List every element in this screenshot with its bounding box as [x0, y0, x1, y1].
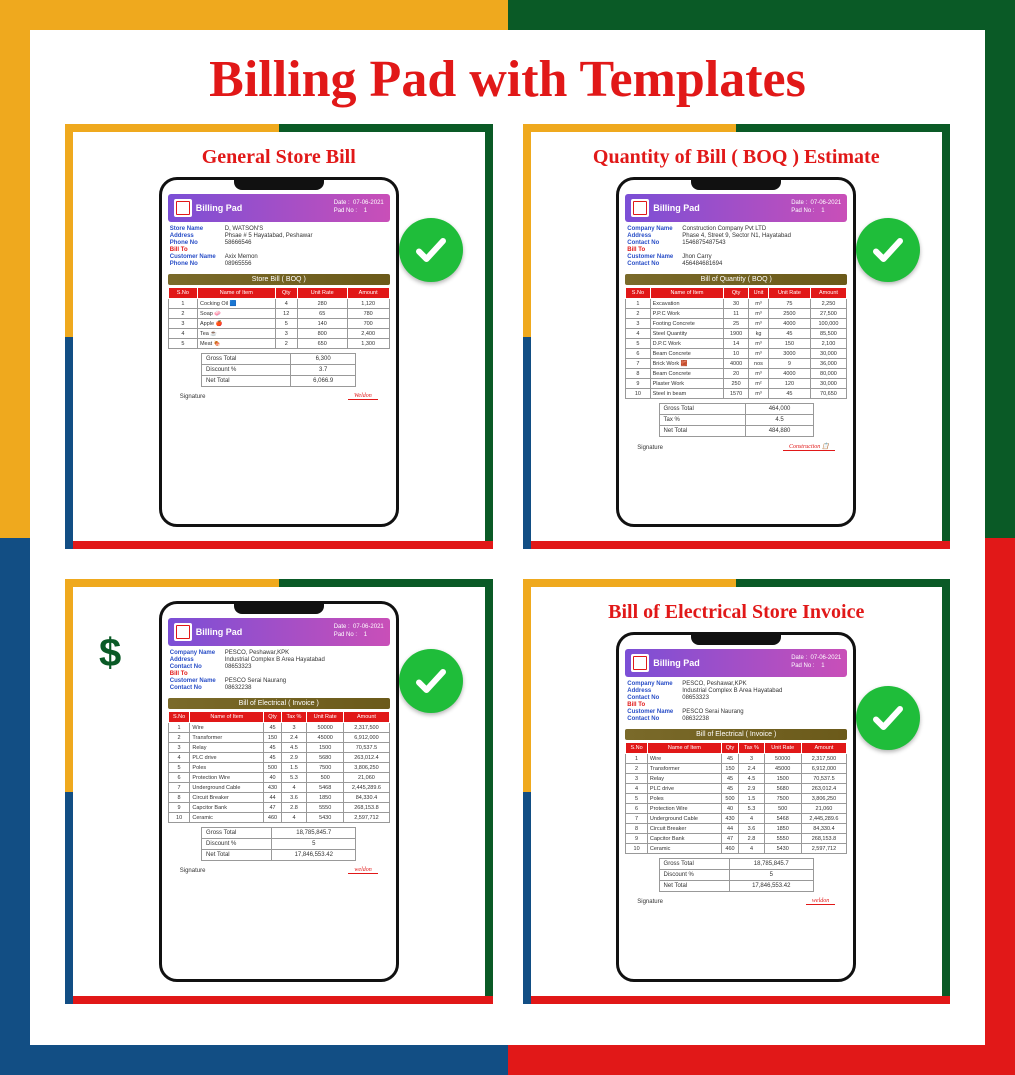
table-row: 7Underground Cable430454682,445,289.6 — [626, 814, 847, 824]
checkmark-icon — [856, 686, 920, 750]
main-panel: Billing Pad with Templates General Store… — [30, 30, 985, 1045]
card-title: General Store Bill — [202, 146, 356, 169]
table-row: 6Protection Wire405.350021,060 — [626, 804, 847, 814]
table-row: 3Apple 🍎5140700 — [168, 319, 389, 329]
app-name: Billing Pad — [653, 203, 791, 213]
table-row: 2P.P.C Work11m³250027,500 — [626, 309, 847, 319]
table-row: 5Poles5001.575003,806,250 — [168, 763, 389, 773]
app-name: Billing Pad — [196, 203, 334, 213]
table-row: 5Poles5001.575003,806,250 — [626, 794, 847, 804]
table-row: 4Steel Quantity1900kg4585,500 — [626, 329, 847, 339]
app-name: Billing Pad — [196, 627, 334, 637]
table-row: 7Brick Work 🧱4000nos936,000 — [626, 359, 847, 369]
table-row: 1Wire453500002,317,500 — [168, 723, 389, 733]
page-title: Billing Pad with Templates — [30, 30, 985, 124]
header-meta: Date : 07-06-2021Pad No : 1 — [334, 624, 384, 640]
table-row: 2Soap 🧼1265780 — [168, 309, 389, 319]
table-row: 6Protection Wire405.350021,060 — [168, 773, 389, 783]
app-logo-icon — [631, 654, 649, 672]
table-row: 10Steel in beam1570m³4570,650 — [626, 389, 847, 399]
summary-table: Gross Total18,785,845.7Discount %5Net To… — [659, 858, 814, 892]
section-header: Bill of Electrical ( Invoice ) — [625, 729, 847, 740]
bill-info: Store NameD, WATSON'SAddressPhsae # 5 Ha… — [168, 222, 390, 272]
table-row: 1Cocking Oil 🟦42801,120 — [168, 299, 389, 309]
checkmark-icon — [856, 218, 920, 282]
table-row: 5Meat 🍖26501,300 — [168, 339, 389, 349]
app-header: Billing PadDate : 07-06-2021Pad No : 1 — [168, 194, 390, 222]
app-logo-icon — [174, 623, 192, 641]
table-row: 3Relay454.5150070,537.5 — [626, 774, 847, 784]
bill-info: Company NamePESCO, Peshawar,KPKAddressIn… — [168, 646, 390, 696]
app-logo-icon — [174, 199, 192, 217]
table-row: 1Wire453500002,317,500 — [626, 754, 847, 764]
table-row: 9Plaster Work250m²12030,000 — [626, 379, 847, 389]
table-row: 6Beam Concrete10m³300030,000 — [626, 349, 847, 359]
summary-table: Gross Total6,300Discount %3.7Net Total6,… — [201, 353, 356, 387]
card-title: Bill of Electrical Store Invoice — [608, 601, 864, 624]
signature-row: SignatureConstruction 📋 — [625, 437, 847, 451]
checkmark-icon — [399, 649, 463, 713]
section-header: Bill of Quantity ( BOQ ) — [625, 274, 847, 285]
section-header: Bill of Electrical ( Invoice ) — [168, 698, 390, 709]
items-table: S.NoName of ItemQtyUnit RateAmount1Cocki… — [168, 287, 390, 349]
table-row: 9Capcitor Bank472.85550268,153.8 — [626, 834, 847, 844]
app-logo-icon — [631, 199, 649, 217]
table-row: 5D.P.C Work14m³1502,100 — [626, 339, 847, 349]
table-row: 9Capcitor Bank472.85550268,153.8 — [168, 803, 389, 813]
header-meta: Date : 07-06-2021Pad No : 1 — [334, 200, 384, 216]
template-card: Quantity of Bill ( BOQ ) Estimate Billing… — [523, 124, 951, 549]
template-card: $Billing PadDate : 07-06-2021Pad No : 1C… — [65, 579, 493, 1004]
items-table: S.NoName of ItemQtyTax %Unit RateAmount1… — [168, 711, 390, 823]
signature-row: Signatureweldon — [625, 892, 847, 905]
section-header: Store Bill ( BOQ ) — [168, 274, 390, 285]
dollar-icon: $ — [99, 631, 121, 676]
items-table: S.NoName of ItemQtyTax %Unit RateAmount1… — [625, 742, 847, 854]
table-row: 4Tea ☕38002,400 — [168, 329, 389, 339]
table-row: 4PLC drive452.95680263,012.4 — [626, 784, 847, 794]
table-row: 8Circuit Breaker443.6185084,330.4 — [626, 824, 847, 834]
table-row: 3Relay454.5150070,537.5 — [168, 743, 389, 753]
card-title: Quantity of Bill ( BOQ ) Estimate — [593, 146, 880, 169]
table-row: 2Transformer1502.4450006,912,000 — [168, 733, 389, 743]
signature-row: SignatureWeldon — [168, 387, 390, 400]
table-row: 10Ceramic460454302,597,712 — [168, 813, 389, 823]
header-meta: Date : 07-06-2021Pad No : 1 — [791, 655, 841, 671]
bill-info: Company NamePESCO, Peshawar,KPKAddressIn… — [625, 677, 847, 727]
app-header: Billing PadDate : 07-06-2021Pad No : 1 — [625, 649, 847, 677]
template-card: Bill of Electrical Store Invoice Billing … — [523, 579, 951, 1004]
phone-mockup: Billing PadDate : 07-06-2021Pad No : 1St… — [159, 177, 399, 527]
app-header: Billing PadDate : 07-06-2021Pad No : 1 — [168, 618, 390, 646]
table-row: 4PLC drive452.95680263,012.4 — [168, 753, 389, 763]
table-row: 2Transformer1502.4450006,912,000 — [626, 764, 847, 774]
table-row: 1Excavation30m³752,250 — [626, 299, 847, 309]
signature-row: Signatureweldon — [168, 861, 390, 874]
phone-mockup: Billing PadDate : 07-06-2021Pad No : 1Co… — [616, 632, 856, 982]
header-meta: Date : 07-06-2021Pad No : 1 — [791, 200, 841, 216]
table-row: 8Circuit Breaker443.6185084,330.4 — [168, 793, 389, 803]
app-name: Billing Pad — [653, 658, 791, 668]
template-card: General Store Bill Billing PadDate : 07-0… — [65, 124, 493, 549]
summary-table: Gross Total18,785,845.7Discount %5Net To… — [201, 827, 356, 861]
table-row: 10Ceramic460454302,597,712 — [626, 844, 847, 854]
bill-info: Company NameConstruction Company Pvt LTD… — [625, 222, 847, 272]
app-header: Billing PadDate : 07-06-2021Pad No : 1 — [625, 194, 847, 222]
table-row: 7Underground Cable430454682,445,289.6 — [168, 783, 389, 793]
summary-table: Gross Total464,000Tax %4.5Net Total484,8… — [659, 403, 814, 437]
table-row: 3Footing Concrete25m³4000100,000 — [626, 319, 847, 329]
phone-mockup: Billing PadDate : 07-06-2021Pad No : 1Co… — [159, 601, 399, 982]
items-table: S.NoName of ItemQtyUnitUnit RateAmount1E… — [625, 287, 847, 399]
template-grid: General Store BillBilling PadDate : 07-0… — [30, 124, 985, 1004]
checkmark-icon — [399, 218, 463, 282]
table-row: 8Beam Concrete20m³400080,000 — [626, 369, 847, 379]
phone-mockup: Billing PadDate : 07-06-2021Pad No : 1Co… — [616, 177, 856, 527]
